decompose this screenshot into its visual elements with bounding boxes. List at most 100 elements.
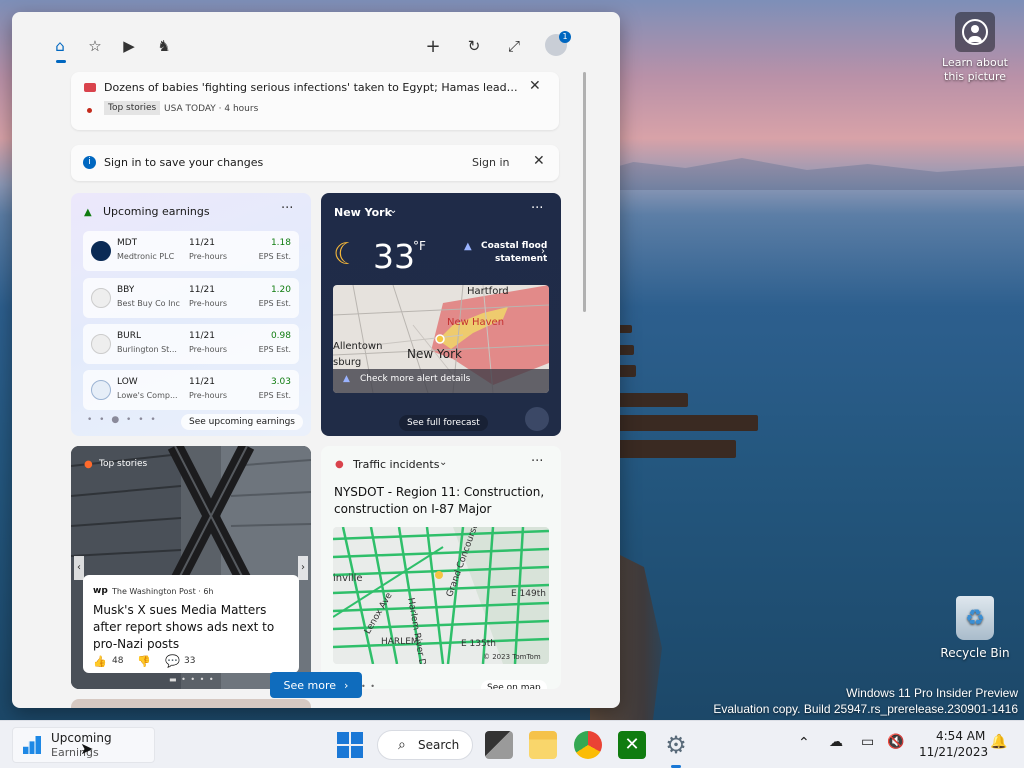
expand-icon[interactable]: ⤢ xyxy=(504,36,524,56)
ticker: MDT xyxy=(117,238,138,248)
recycle-bin[interactable]: ♻ Recycle Bin xyxy=(938,596,1012,660)
headline-banner[interactable]: Dozens of babies 'fighting serious infec… xyxy=(71,72,559,130)
earnings-date: 11/21 xyxy=(189,377,215,387)
map-label: Allentown xyxy=(333,341,383,352)
map-label: E 135th xyxy=(461,639,496,649)
add-icon[interactable]: + xyxy=(423,36,443,57)
carousel-dots[interactable]: ▬ • • • • xyxy=(169,675,215,684)
traffic-footer-link[interactable]: See on map xyxy=(481,680,547,689)
company-logo-icon xyxy=(91,241,111,261)
chevron-right-icon[interactable]: › xyxy=(541,246,545,257)
earnings-timing: Pre-hours xyxy=(189,345,228,354)
more-options-icon[interactable]: ··· xyxy=(531,454,543,469)
headline-text: Dozens of babies 'fighting serious infec… xyxy=(104,81,519,94)
background-pier xyxy=(618,325,632,333)
more-options-icon[interactable]: ··· xyxy=(281,201,293,216)
start-windows-icon[interactable] xyxy=(336,731,364,759)
headline-tag: Top stories xyxy=(104,101,161,115)
weather-card[interactable]: New York ⌄ ··· ☾ 33 °F ▲ Coastal flood s… xyxy=(321,193,561,436)
background-pier xyxy=(618,345,634,355)
signin-link[interactable]: Sign in xyxy=(472,156,510,169)
thumbs-up-icon[interactable]: 👍 xyxy=(93,655,107,668)
traffic-card[interactable]: ● Traffic incidents ⌄ ··· NYSDOT - Regio… xyxy=(321,446,561,689)
company-logo-icon xyxy=(91,380,111,400)
chrome-icon[interactable] xyxy=(574,731,602,759)
notification-badge: 1 xyxy=(559,31,571,43)
chevron-right-icon: › xyxy=(344,678,349,692)
map-label: E 149th xyxy=(511,589,546,599)
more-options-icon[interactable]: ··· xyxy=(531,201,543,216)
recycle-bin-label: Recycle Bin xyxy=(940,646,1010,660)
learn-about-picture[interactable]: Learn about this picture xyxy=(940,12,1010,84)
headline-source: USA TODAY · 4 hours xyxy=(164,104,259,114)
earnings-row[interactable]: LOW Lowe's Comp... 11/21 Pre-hours 3.03 … xyxy=(83,370,299,410)
warning-icon: ▲ xyxy=(464,241,472,252)
widgets-panel: ⌂ ☆ ▶ ♞ + ↻ ⤢ 1 Dozens of babies 'fighti… xyxy=(12,12,620,708)
carousel-dots[interactable]: • • ● • • • xyxy=(87,415,158,425)
weather-city[interactable]: New York xyxy=(334,206,392,219)
taskbar: Upcoming Earnings ➤ ⌕ Search ✕ ⚙ ⌃ ☁ ▭ 🔇… xyxy=(0,720,1024,768)
chevron-up-icon[interactable]: ⌃ xyxy=(798,735,810,751)
network-icon[interactable]: ▭ xyxy=(861,734,874,750)
thumbs-down-icon[interactable]: 👎 xyxy=(137,655,151,668)
home-icon[interactable]: ⌂ xyxy=(50,36,70,56)
earnings-row[interactable]: BBY Best Buy Co Inc 11/21 Pre-hours 1.20… xyxy=(83,278,299,318)
refresh-icon[interactable]: ↻ xyxy=(464,36,484,56)
eps-value: 1.20 xyxy=(270,285,291,295)
company-name: Lowe's Comp... xyxy=(117,391,178,400)
chevron-right-icon[interactable]: › xyxy=(298,556,308,580)
earnings-card[interactable]: ▲ Upcoming earnings ··· MDT Medtronic PL… xyxy=(71,193,311,436)
earnings-row[interactable]: BURL Burlington St... 11/21 Pre-hours 0.… xyxy=(83,324,299,364)
traffic-headline[interactable]: NYSDOT - Region 11: Construction, constr… xyxy=(334,484,552,520)
weather-alert-line1[interactable]: Coastal flood xyxy=(481,241,547,251)
search-label: Search xyxy=(418,738,460,752)
home-tab-indicator xyxy=(56,60,66,63)
play-icon[interactable]: ▶ xyxy=(119,36,139,56)
traffic-title[interactable]: Traffic incidents xyxy=(353,458,439,471)
close-icon[interactable]: ✕ xyxy=(533,153,545,169)
top-story-card[interactable]: ● Top stories ‹ › wp The Washington Post… xyxy=(71,446,311,689)
story-tag: Top stories xyxy=(99,459,148,469)
eps-label: EPS Est. xyxy=(258,252,291,261)
chevron-left-icon[interactable]: ‹ xyxy=(74,556,84,580)
file-explorer-icon[interactable] xyxy=(529,731,557,759)
scrollbar[interactable] xyxy=(583,72,586,312)
earnings-row[interactable]: MDT Medtronic PLC 11/21 Pre-hours 1.18 E… xyxy=(83,231,299,271)
background-pier xyxy=(618,365,636,377)
cloud-offline-icon[interactable]: ☁ xyxy=(829,734,843,750)
clock-date[interactable]: 11/21/2023 xyxy=(919,745,988,759)
see-more-button[interactable]: See more › xyxy=(270,672,362,698)
xbox-icon[interactable]: ✕ xyxy=(618,731,646,759)
bell-icon[interactable]: 🔔 xyxy=(990,734,1007,750)
weather-map[interactable]: Hartford New Haven Allentown New York sb… xyxy=(333,285,549,393)
weather-alert-line2[interactable]: statement xyxy=(495,254,547,264)
weather-footer-link[interactable]: See full forecast xyxy=(399,415,488,431)
widgets-toolbar: ⌂ ☆ ▶ ♞ + ↻ ⤢ 1 xyxy=(12,12,620,72)
next-card-peek xyxy=(71,699,311,708)
story-headline[interactable]: Musk's X sues Media Matters after report… xyxy=(93,602,289,653)
settings-gear-icon[interactable]: ⚙ xyxy=(662,731,690,759)
story-overlay[interactable]: wp The Washington Post · 6h Musk's X sue… xyxy=(83,575,299,673)
map-label: New York xyxy=(407,347,462,361)
volume-muted-icon[interactable]: 🔇 xyxy=(887,734,904,750)
earnings-timing: Pre-hours xyxy=(189,252,228,261)
map-alert-overlay[interactable]: ▲ Check more alert details xyxy=(333,369,549,393)
chevron-down-icon[interactable]: ⌄ xyxy=(439,457,447,468)
clock-time[interactable]: 4:54 AM xyxy=(936,729,985,743)
traffic-map[interactable]: inville HARLEM Harlem River Dr Grand Con… xyxy=(333,527,549,664)
comment-icon[interactable]: 💬 xyxy=(165,654,180,668)
carousel-dots[interactable]: • • xyxy=(361,682,376,689)
weather-unit: °F xyxy=(413,239,426,253)
close-icon[interactable]: ✕ xyxy=(529,78,541,94)
taskbar-search[interactable]: ⌕ Search xyxy=(377,730,473,760)
chevron-down-icon[interactable]: ⌄ xyxy=(389,205,397,216)
background-pier xyxy=(618,393,688,407)
info-icon: i xyxy=(83,156,96,169)
game-icon[interactable]: ♞ xyxy=(154,36,174,56)
star-icon[interactable]: ☆ xyxy=(85,36,105,56)
eps-value: 3.03 xyxy=(270,377,291,387)
eps-label: EPS Est. xyxy=(258,391,291,400)
background-mountains xyxy=(590,158,1024,190)
task-view-icon[interactable] xyxy=(485,731,513,759)
earnings-footer-link[interactable]: See upcoming earnings xyxy=(181,414,303,430)
